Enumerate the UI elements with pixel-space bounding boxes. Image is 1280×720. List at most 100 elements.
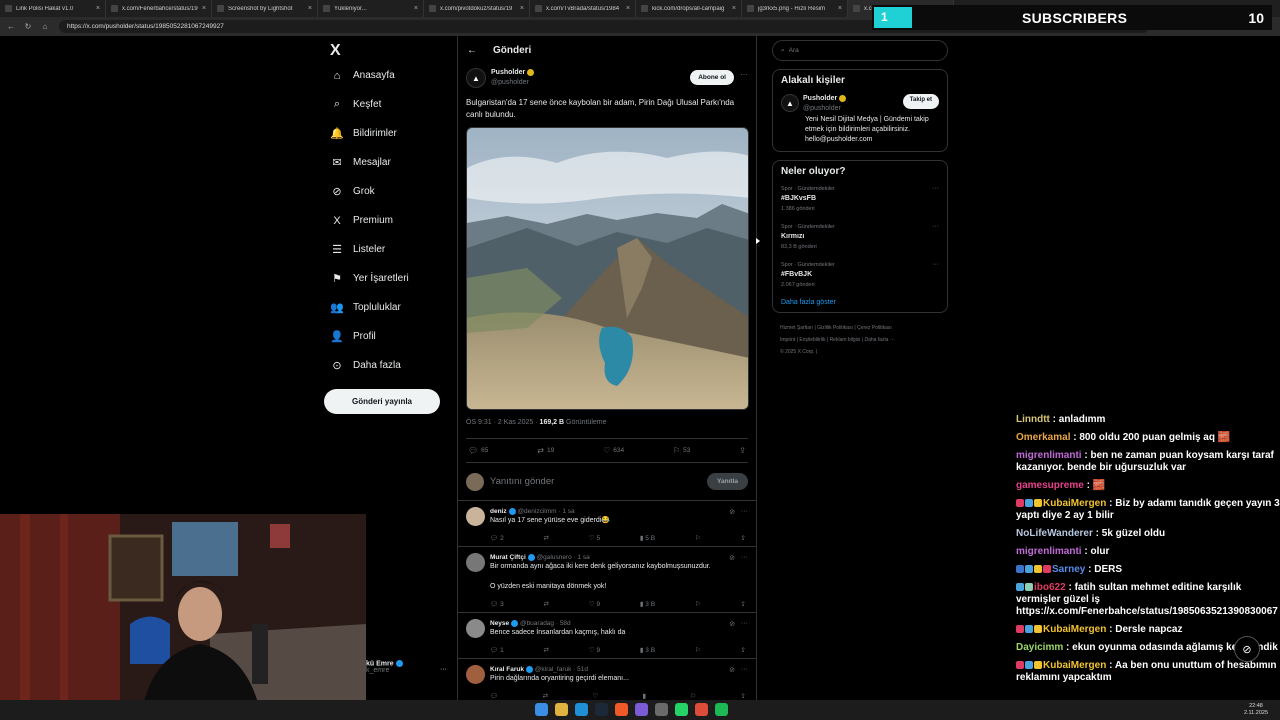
related-handle[interactable]: @pusholder <box>803 104 846 114</box>
nav-item[interactable]: ⌕ Keşfet <box>322 90 452 119</box>
more-icon[interactable]: ··· <box>741 620 748 628</box>
nav-item[interactable]: ⌂ Anasayfa <box>322 61 452 90</box>
avatar[interactable] <box>466 619 485 638</box>
tweet-image-mountain-lake[interactable] <box>466 127 749 410</box>
like-button[interactable]: ♡ 9 <box>589 646 600 654</box>
reply-button[interactable]: 💬︎ 2 <box>490 534 504 542</box>
views-button[interactable]: ▮ 3 B <box>640 646 655 654</box>
steam-icon[interactable] <box>595 703 608 716</box>
comment[interactable]: Murat Çiftçi @galusnero · 1 sa Bir ormand… <box>458 547 756 613</box>
author-name[interactable]: Pusholder <box>491 69 525 76</box>
footer-link[interactable]: Daha fazla ··· <box>864 337 894 343</box>
like-button[interactable]: ♡ 634 <box>603 446 624 455</box>
bookmark-icon[interactable]: ⚐ <box>695 600 701 608</box>
avatar[interactable]: ▲ <box>466 68 486 88</box>
comment-handle[interactable]: @galusnero · 1 sa <box>537 554 590 561</box>
reply-button[interactable]: 💬︎ 3 <box>490 600 504 608</box>
nav-item[interactable]: 🔔 Bildirimler <box>322 119 452 148</box>
browser-tab[interactable]: Link Polisi Hakat v1.0 × <box>0 0 106 17</box>
edge-icon[interactable] <box>575 703 588 716</box>
retweet-button[interactable]: ⇄ <box>544 600 549 608</box>
retweet-button[interactable]: ⇄ <box>544 534 549 542</box>
chat-username[interactable]: NoLifeWanderer <box>1016 528 1093 539</box>
whatsapp-icon[interactable] <box>675 703 688 716</box>
app-icon[interactable] <box>655 703 668 716</box>
nav-item[interactable]: ✉ Mesajlar <box>322 148 452 177</box>
like-button[interactable]: ♡ <box>592 692 598 700</box>
chrome-icon[interactable] <box>695 703 708 716</box>
retweet-button[interactable]: ⇄ <box>543 692 548 700</box>
chat-username[interactable]: ibo622 <box>1034 582 1066 593</box>
comment-author[interactable]: Neyse <box>490 620 509 627</box>
trend-item[interactable]: Spor · Gündemdekiler #BJKvsFB 1.386 gönder… <box>781 185 939 214</box>
more-icon[interactable]: ··· <box>741 508 748 516</box>
comment-author[interactable]: Murat Çiftçi <box>490 554 526 561</box>
chat-username[interactable]: Linndtt <box>1016 414 1050 425</box>
follow-button[interactable]: Takip et <box>902 94 939 109</box>
chat-username[interactable]: KubaiMergen <box>1043 660 1106 671</box>
footer-link[interactable]: Gizlilik Politikası <box>817 325 853 331</box>
retweet-button[interactable]: ⇄ 19 <box>537 446 554 455</box>
footer-link[interactable]: Çerez Politikası <box>857 325 892 331</box>
explorer-icon[interactable] <box>555 703 568 716</box>
share-icon[interactable]: ⇪ <box>741 534 746 542</box>
share-icon[interactable]: ⇪ <box>741 600 746 608</box>
more-icon[interactable]: ··· <box>440 666 447 673</box>
close-tab-icon[interactable]: × <box>414 5 418 12</box>
footer-link[interactable]: © 2025 X Corp. <box>780 349 815 355</box>
bookmark-icon[interactable]: ⚐ <box>695 534 701 542</box>
nav-item[interactable]: 👥 Topluluklar <box>322 293 452 322</box>
like-button[interactable]: ♡ 5 <box>589 534 600 542</box>
nav-item[interactable]: ☰ Listeler <box>322 235 452 264</box>
browser-tab[interactable]: x.com/Fenerbahce/status/19 × <box>106 0 212 17</box>
more-icon[interactable]: ··· <box>741 666 748 674</box>
comment[interactable]: Kıral Faruk @kiral_faruk · 51d Pirin dağl… <box>458 659 756 700</box>
back-nav-icon[interactable]: ← <box>5 22 17 31</box>
close-tab-icon[interactable]: × <box>626 5 630 12</box>
avatar[interactable] <box>466 665 485 684</box>
avatar[interactable] <box>466 507 485 526</box>
more-icon[interactable]: ··· <box>740 70 748 79</box>
nav-item[interactable]: ⚑ Yer İşaretleri <box>322 264 452 293</box>
browser-tab[interactable]: jg3rkx5.png - Hızlı Resim × <box>742 0 848 17</box>
avatar[interactable]: ▲ <box>781 94 799 112</box>
comment[interactable]: deniz @denizcilmm · 1 sa Nasıl ya 17 sene… <box>458 501 756 547</box>
nav-item[interactable]: 👤 Profil <box>322 322 452 351</box>
grok-fab-icon[interactable]: ⊘ <box>1234 636 1260 662</box>
chat-username[interactable]: Dayicimm <box>1016 642 1063 653</box>
retweet-button[interactable]: ⇄ <box>544 646 549 654</box>
chat-username[interactable]: KubaiMergen <box>1043 624 1106 635</box>
browser-tab[interactable]: Yükleniyor... × <box>318 0 424 17</box>
related-name[interactable]: Pusholder <box>803 95 837 102</box>
app-icon[interactable] <box>635 703 648 716</box>
chat-username[interactable]: Sarney <box>1052 564 1085 575</box>
like-button[interactable]: ♡ 9 <box>589 600 600 608</box>
views-button[interactable]: ▮ 3 B <box>640 600 655 608</box>
chat-username[interactable]: migrenlimanti <box>1016 450 1082 461</box>
views-button[interactable]: ▮ 5 B <box>640 534 655 542</box>
footer-link[interactable]: Hizmet Şartları <box>780 325 813 331</box>
chat-username[interactable]: migrenlimanti <box>1016 546 1082 557</box>
browser-tab[interactable]: x.com/TvBrada/status/1984 × <box>530 0 636 17</box>
comment[interactable]: Neyse @buaradag · 58d Bence sadece İnsanl… <box>458 613 756 659</box>
windows-icon[interactable] <box>535 703 548 716</box>
views-button[interactable]: ▮ <box>642 692 646 700</box>
close-tab-icon[interactable]: × <box>308 5 312 12</box>
more-icon[interactable]: ··· <box>932 223 939 252</box>
grok-icon[interactable]: ⊘ <box>729 508 735 516</box>
close-tab-icon[interactable]: × <box>96 5 100 12</box>
more-icon[interactable]: ··· <box>932 261 939 290</box>
reply-button[interactable]: 💬︎ <box>490 692 498 700</box>
chat-username[interactable]: gamesupreme <box>1016 480 1084 491</box>
show-more-link[interactable]: Daha fazla göster <box>781 299 939 306</box>
trend-item[interactable]: Spor · Gündemdekiler #FBvBJK 2.067 gönderi… <box>781 261 939 290</box>
footer-link[interactable]: Imprint <box>780 337 795 343</box>
comment-handle[interactable]: @denizcilmm · 1 sa <box>517 508 574 515</box>
more-icon[interactable]: ··· <box>932 185 939 214</box>
account-switcher[interactable]: kü Emre k_emre ··· <box>366 660 447 674</box>
author-handle[interactable]: @pusholder <box>491 78 534 88</box>
footer-link[interactable]: Reklam bilgisi <box>830 337 861 343</box>
subscribe-button[interactable]: Abone ol <box>690 70 734 85</box>
bookmark-icon[interactable]: ⚐ <box>695 646 701 654</box>
post-button[interactable]: Gönderi yayınla <box>324 389 440 414</box>
